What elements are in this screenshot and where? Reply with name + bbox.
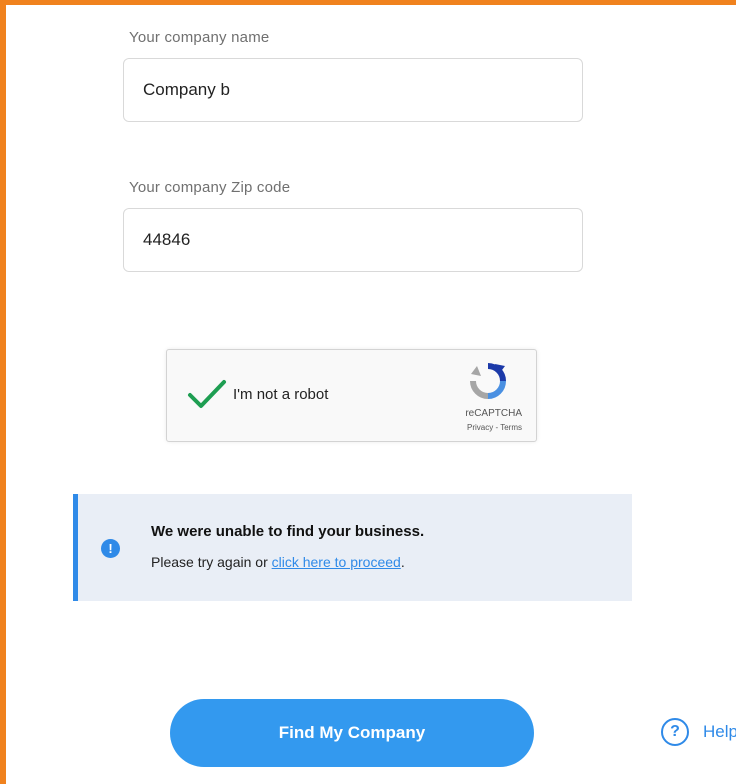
exclamation-icon: ! xyxy=(101,539,120,558)
recaptcha-label: I'm not a robot xyxy=(233,386,329,403)
checkmark-icon[interactable] xyxy=(187,378,227,410)
company-name-input[interactable] xyxy=(123,58,583,122)
alert-message: Please try again or click here to procee… xyxy=(151,554,405,570)
alert-title: We were unable to find your business. xyxy=(151,523,425,540)
help-label[interactable]: Help xyxy=(703,722,736,742)
find-my-company-button[interactable]: Find My Company xyxy=(170,699,534,767)
company-name-label: Your company name xyxy=(129,29,270,46)
alert-message-suffix: . xyxy=(400,554,405,570)
zip-code-input[interactable] xyxy=(123,208,583,272)
recaptcha-logo-icon xyxy=(470,363,506,399)
help-question-icon[interactable]: ? xyxy=(661,718,689,746)
proceed-link[interactable]: click here to proceed xyxy=(272,554,401,570)
recaptcha-widget: I'm not a robot reCAPTCHA Privacy - Term… xyxy=(166,349,537,442)
alert-message-text: Please try again or xyxy=(151,554,272,570)
recaptcha-brand: reCAPTCHA xyxy=(465,408,522,419)
zip-code-label: Your company Zip code xyxy=(129,179,291,196)
recaptcha-privacy-terms[interactable]: Privacy - Terms xyxy=(467,423,522,432)
error-alert: ! We were unable to find your business. … xyxy=(73,494,632,601)
